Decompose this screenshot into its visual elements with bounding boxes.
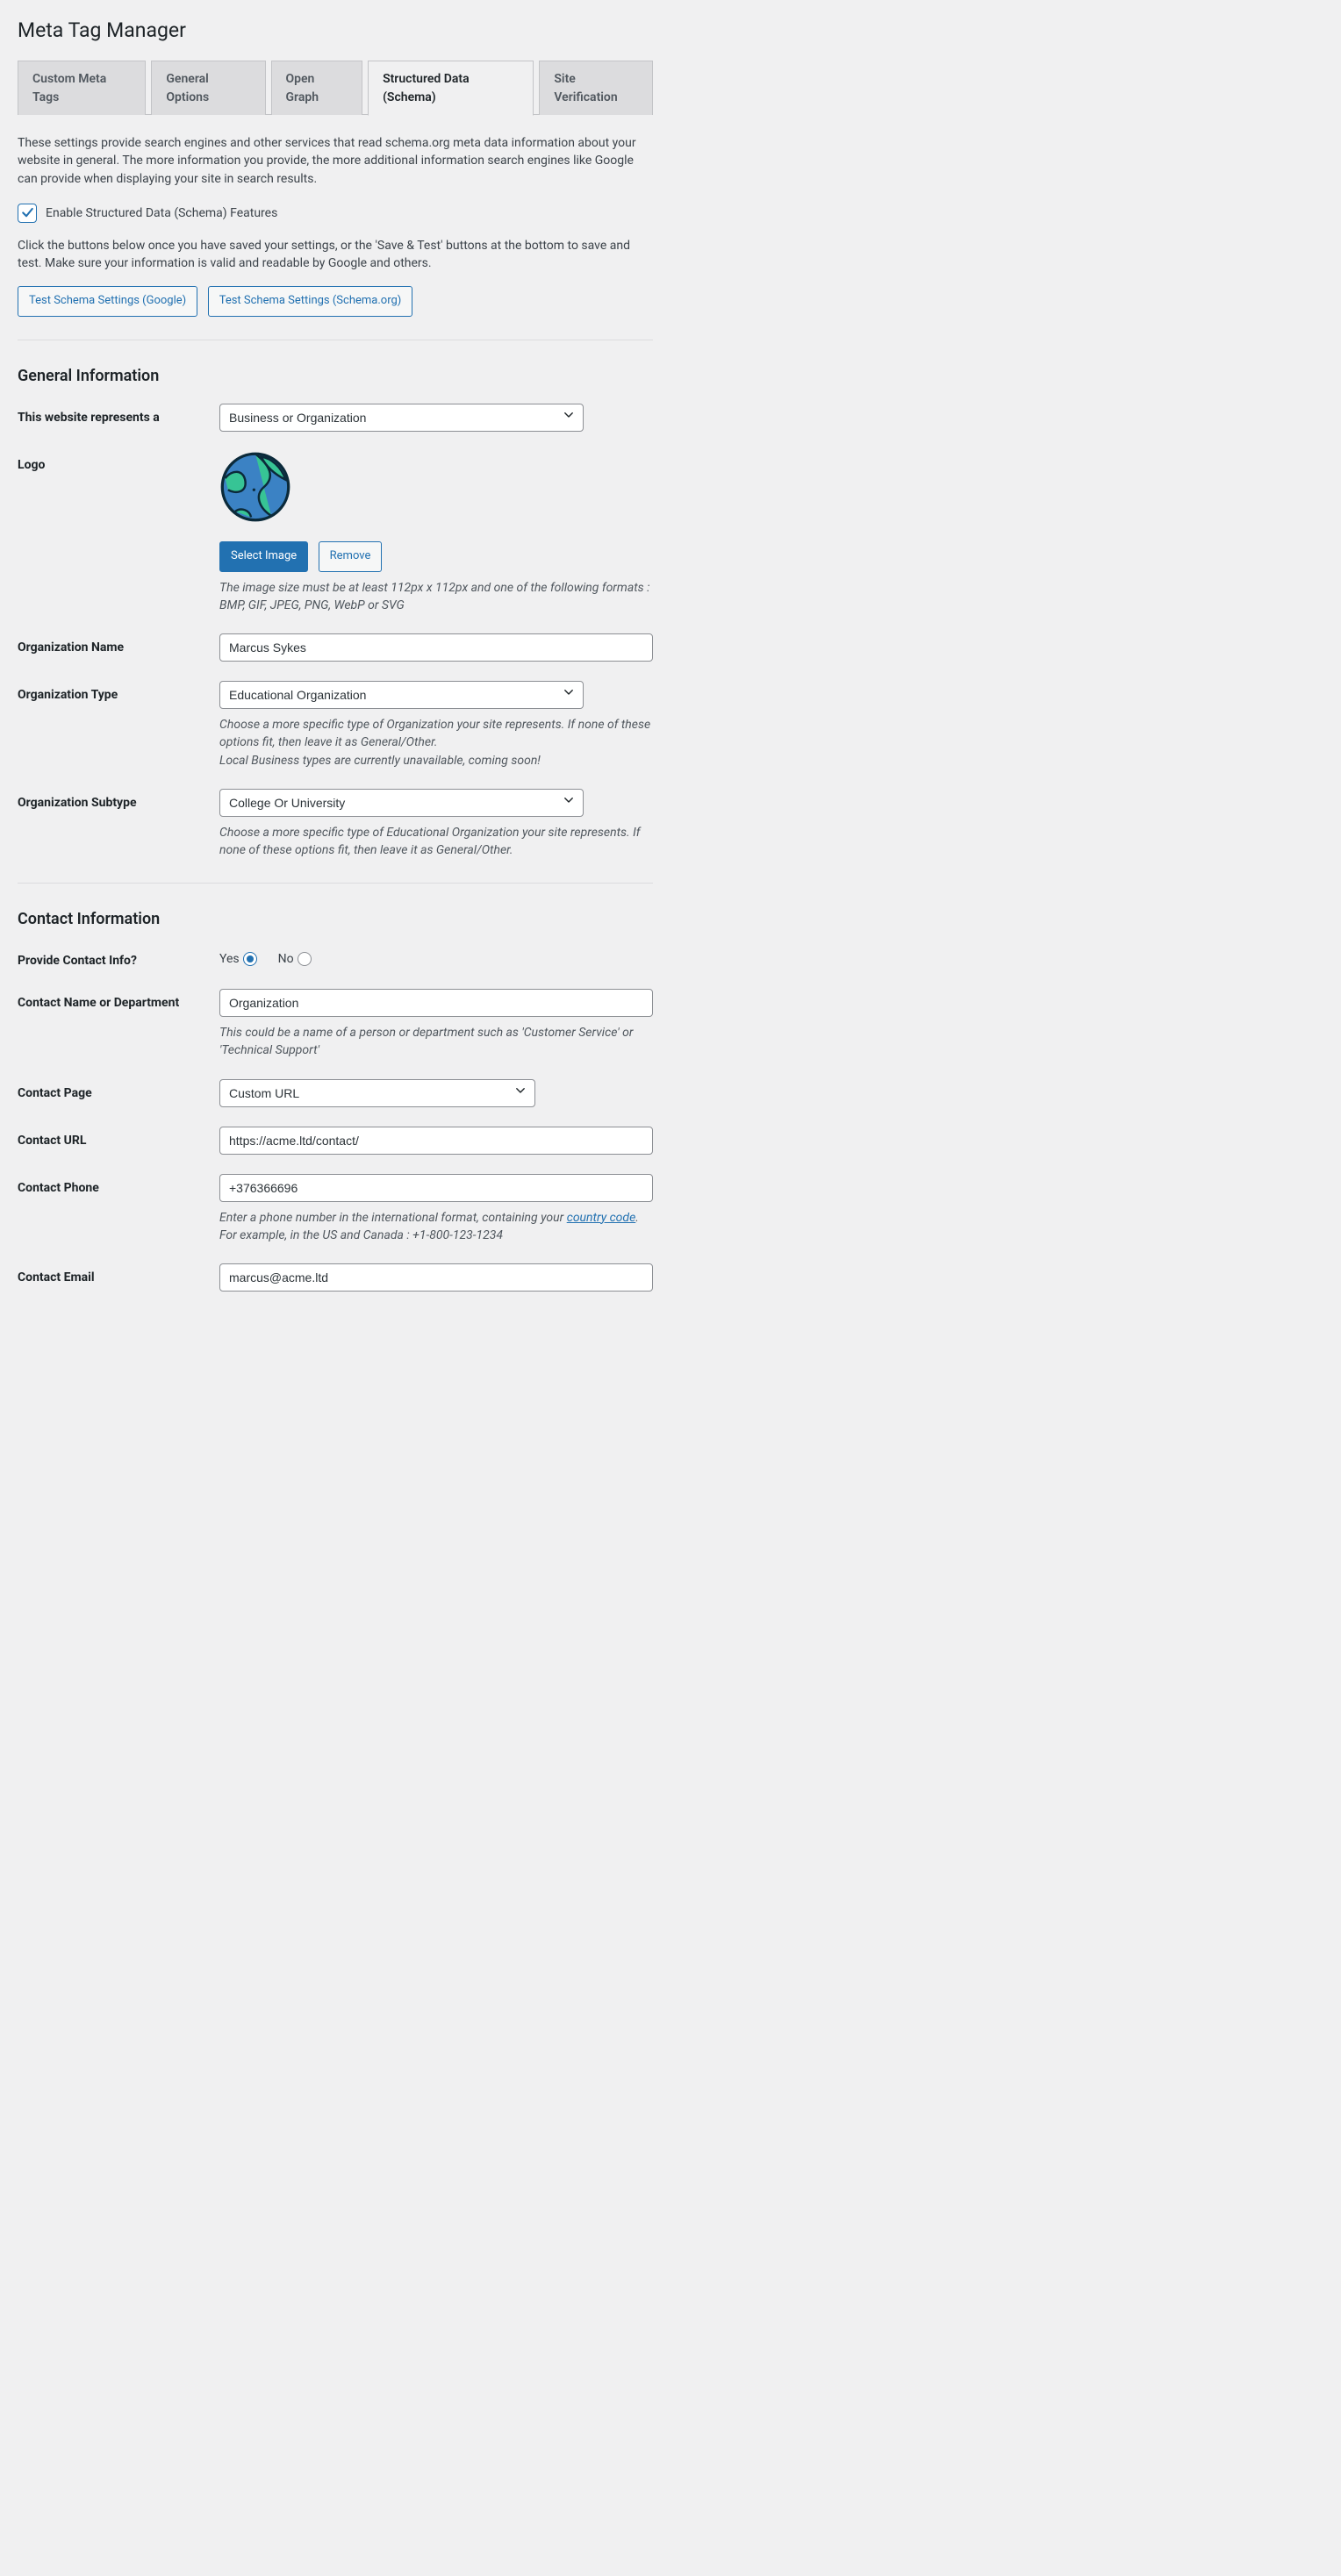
radio-yes-label[interactable]: Yes [219, 950, 257, 968]
label-contact-email: Contact Email [18, 1263, 219, 1286]
select-org-subtype[interactable]: College Or University [219, 789, 584, 817]
tab-structured-data[interactable]: Structured Data (Schema) [368, 61, 534, 116]
label-contact-phone: Contact Phone [18, 1174, 219, 1197]
intro-text: These settings provide search engines an… [18, 134, 653, 188]
label-org-subtype: Organization Subtype [18, 789, 219, 812]
divider [18, 883, 653, 884]
test-google-button[interactable]: Test Schema Settings (Google) [18, 286, 197, 317]
tabs: Custom Meta Tags General Options Open Gr… [18, 61, 653, 115]
org-type-help: Choose a more specific type of Organizat… [219, 716, 653, 769]
select-represents[interactable]: Business or Organization [219, 404, 584, 432]
logo-preview [219, 451, 653, 528]
enable-schema-label: Enable Structured Data (Schema) Features [46, 204, 277, 222]
input-contact-url[interactable] [219, 1127, 653, 1155]
input-contact-email[interactable] [219, 1263, 653, 1292]
radio-no-label[interactable]: No [278, 950, 312, 968]
check-icon [21, 206, 34, 219]
label-represents: This website represents a [18, 404, 219, 426]
tab-general-options[interactable]: General Options [151, 61, 265, 115]
select-image-button[interactable]: Select Image [219, 541, 308, 572]
contact-phone-help: Enter a phone number in the internationa… [219, 1209, 653, 1245]
org-subtype-help: Choose a more specific type of Education… [219, 824, 653, 860]
test-intro-text: Click the buttons below once you have sa… [18, 237, 653, 273]
label-logo: Logo [18, 451, 219, 474]
select-contact-page[interactable]: Custom URL [219, 1079, 535, 1107]
tab-site-verification[interactable]: Site Verification [539, 61, 653, 115]
enable-schema-checkbox[interactable] [18, 204, 37, 223]
input-contact-phone[interactable] [219, 1174, 653, 1202]
logo-help-text: The image size must be at least 112px x … [219, 579, 653, 615]
globe-icon [219, 451, 291, 523]
select-org-type[interactable]: Educational Organization [219, 681, 584, 709]
input-org-name[interactable] [219, 633, 653, 662]
test-schema-button[interactable]: Test Schema Settings (Schema.org) [208, 286, 413, 317]
page-title: Meta Tag Manager [18, 16, 653, 45]
section-contact-information: Contact Information [18, 908, 653, 931]
input-contact-name[interactable] [219, 989, 653, 1017]
radio-yes[interactable] [243, 952, 257, 966]
radio-no[interactable] [298, 952, 312, 966]
section-general-information: General Information [18, 365, 653, 388]
label-org-name: Organization Name [18, 633, 219, 656]
tab-open-graph[interactable]: Open Graph [271, 61, 363, 115]
country-code-link[interactable]: country code [567, 1211, 636, 1225]
contact-name-help: This could be a name of a person or depa… [219, 1024, 653, 1060]
remove-image-button[interactable]: Remove [319, 541, 383, 572]
label-contact-name: Contact Name or Department [18, 989, 219, 1012]
label-org-type: Organization Type [18, 681, 219, 704]
label-contact-url: Contact URL [18, 1127, 219, 1149]
tab-custom-meta-tags[interactable]: Custom Meta Tags [18, 61, 146, 115]
label-contact-page: Contact Page [18, 1079, 219, 1102]
label-provide-contact: Provide Contact Info? [18, 947, 219, 970]
